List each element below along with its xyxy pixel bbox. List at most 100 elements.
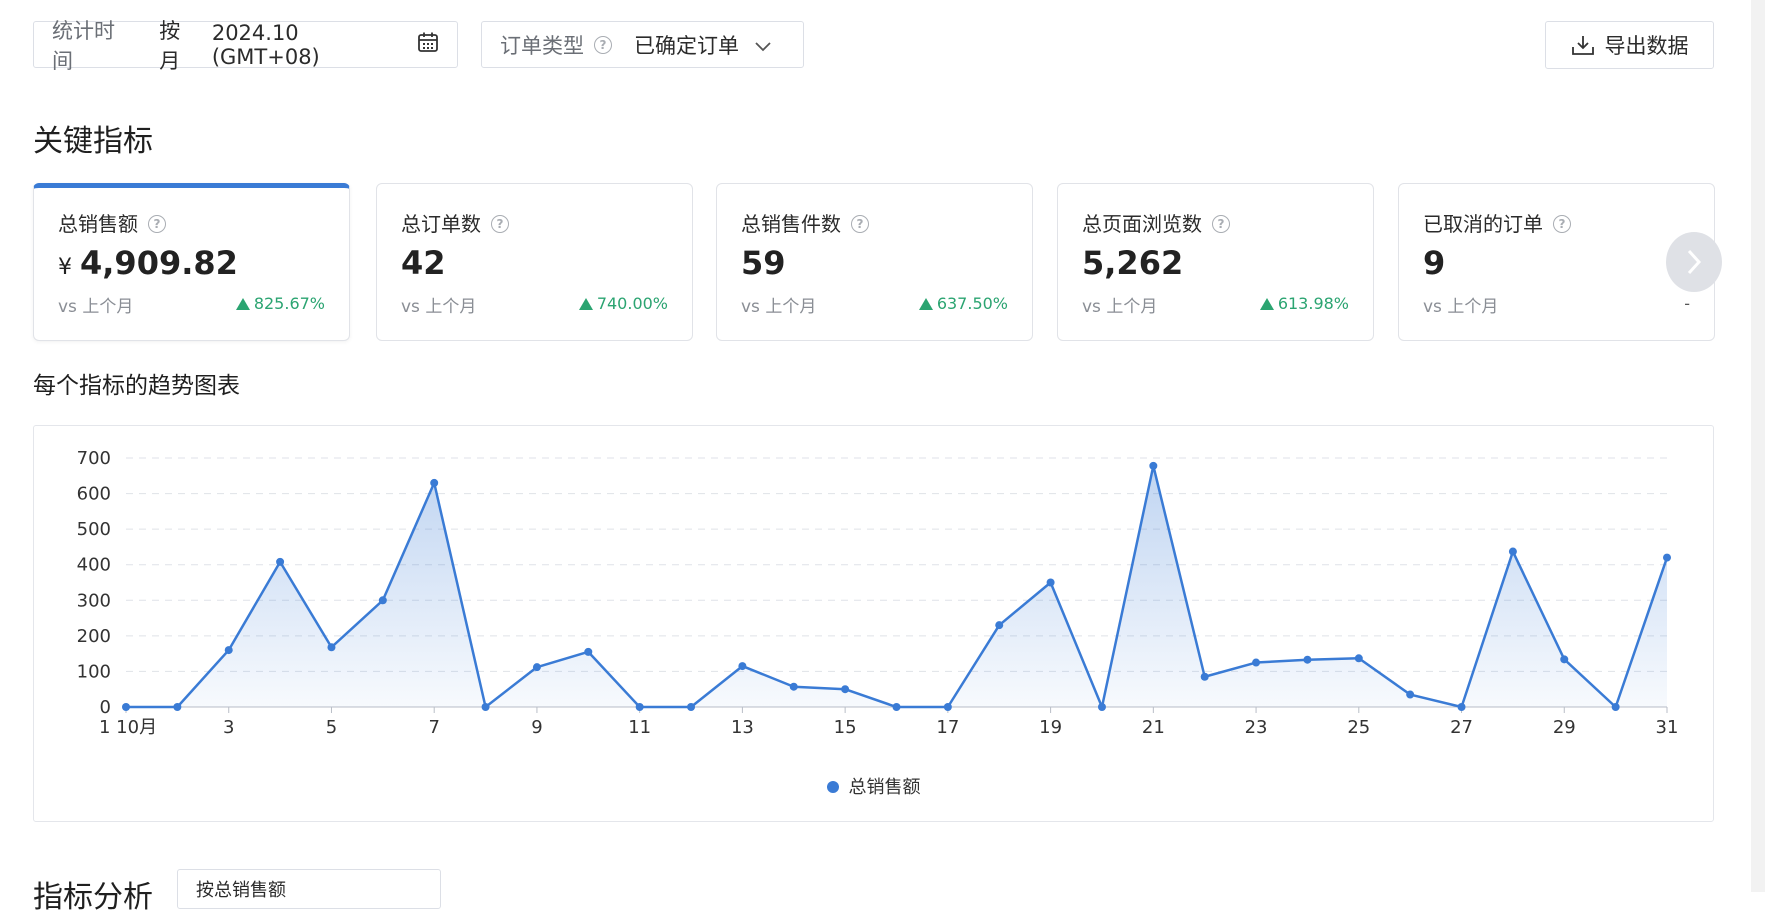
metric-card-total-sales[interactable]: 总销售额? ¥4,909.82 vs 上个月 825.67% bbox=[33, 183, 350, 341]
data-point bbox=[378, 596, 387, 605]
data-point bbox=[122, 703, 130, 711]
data-point bbox=[1149, 461, 1158, 470]
x-tick-label: 5 bbox=[326, 717, 337, 738]
series-area bbox=[126, 465, 1667, 707]
legend-dot bbox=[826, 781, 839, 793]
x-tick-label: 15 bbox=[834, 717, 857, 738]
x-tick-label: 23 bbox=[1245, 717, 1268, 738]
metric-value: 59 bbox=[741, 244, 786, 282]
download-icon bbox=[1571, 36, 1594, 55]
x-tick-label: 19 bbox=[1039, 717, 1062, 738]
metric-value: 5,262 bbox=[1082, 244, 1184, 282]
up-triangle-icon bbox=[1259, 298, 1274, 310]
x-tick-label: 11 bbox=[628, 717, 651, 738]
chart-legend[interactable]: 总销售额 bbox=[34, 773, 1713, 799]
order-type-value[interactable]: 已确定订单 bbox=[634, 30, 739, 60]
metric-card-total-orders[interactable]: 总订单数? 42 vs 上个月 740.00% bbox=[376, 183, 693, 341]
x-tick-label: 9 bbox=[531, 717, 542, 738]
metric-value: 4,909.82 bbox=[80, 244, 238, 282]
metric-title: 总页面浏览数 bbox=[1082, 212, 1202, 236]
data-point bbox=[430, 478, 439, 487]
data-point bbox=[481, 703, 490, 711]
help-icon[interactable]: ? bbox=[1212, 214, 1230, 233]
analysis-metric-value: 按总销售额 bbox=[196, 880, 286, 901]
data-point bbox=[1303, 655, 1312, 664]
data-point bbox=[173, 703, 182, 711]
metric-title: 总销售额 bbox=[58, 212, 138, 236]
chevron-down-icon[interactable] bbox=[755, 33, 771, 57]
data-point bbox=[738, 662, 747, 671]
period-filter-label: 统计时间 bbox=[52, 18, 115, 73]
metric-card-total-items-sold[interactable]: 总销售件数? 59 vs 上个月 637.50% bbox=[716, 183, 1033, 341]
metric-delta: - bbox=[1684, 294, 1690, 313]
x-tick-label: 25 bbox=[1347, 717, 1370, 738]
metric-analysis-title: 指标分析 bbox=[33, 880, 153, 915]
order-type-label: 订单类型 bbox=[500, 33, 584, 58]
help-icon[interactable]: ? bbox=[851, 214, 869, 233]
y-tick-label: 600 bbox=[77, 484, 111, 505]
trend-chart-panel: 0 100 200 300 400 500 600 700 1 10月 3 5 7 9 11 13 15 17 1… bbox=[33, 425, 1714, 822]
y-tick-label: 200 bbox=[77, 626, 111, 647]
period-mode[interactable]: 按月 bbox=[159, 15, 198, 75]
data-point bbox=[892, 703, 901, 711]
period-filter[interactable]: 统计时间 按月 2024.10 (GMT+08) bbox=[33, 19, 458, 73]
metric-value: 42 bbox=[401, 244, 446, 282]
data-point bbox=[327, 643, 336, 652]
y-tick-label: 300 bbox=[77, 590, 111, 611]
x-tick-label: 17 bbox=[936, 717, 959, 738]
y-tick-label: 400 bbox=[77, 555, 111, 576]
up-triangle-icon bbox=[578, 298, 593, 310]
data-point bbox=[687, 703, 696, 711]
key-metrics-title: 关键指标 bbox=[33, 124, 153, 159]
export-data-label: 导出数据 bbox=[1604, 34, 1689, 58]
metric-title: 已取消的订单 bbox=[1423, 212, 1543, 236]
data-point bbox=[995, 621, 1004, 630]
metric-delta: 740.00% bbox=[596, 294, 668, 313]
help-icon[interactable]: ? bbox=[491, 214, 509, 233]
metric-title: 总销售件数 bbox=[741, 212, 841, 236]
analysis-metric-select[interactable]: 按总销售额 bbox=[177, 869, 441, 909]
next-cards-button[interactable] bbox=[1666, 232, 1722, 292]
x-tick-label: 31 bbox=[1656, 717, 1679, 738]
y-tick-label: 700 bbox=[77, 448, 111, 469]
data-point bbox=[1406, 690, 1415, 699]
data-point bbox=[1354, 654, 1363, 663]
metric-delta: 613.98% bbox=[1277, 294, 1349, 313]
data-point bbox=[841, 685, 850, 694]
data-point bbox=[584, 647, 593, 656]
scrollbar-track[interactable] bbox=[1751, 0, 1765, 892]
metric-compare-label: vs 上个月 bbox=[741, 297, 817, 317]
data-point bbox=[1560, 655, 1569, 664]
y-tick-label: 500 bbox=[77, 519, 111, 540]
data-point bbox=[1508, 547, 1517, 556]
data-point bbox=[789, 682, 798, 691]
chevron-right-icon bbox=[1687, 249, 1702, 275]
data-point bbox=[1252, 658, 1261, 667]
help-icon[interactable]: ? bbox=[1553, 214, 1571, 233]
metric-delta: 637.50% bbox=[936, 294, 1008, 313]
metric-delta: 825.67% bbox=[253, 294, 325, 313]
period-value[interactable]: 2024.10 (GMT+08) bbox=[212, 21, 397, 69]
data-point bbox=[1611, 703, 1620, 711]
data-point bbox=[532, 663, 541, 672]
x-tick-label: 3 bbox=[223, 717, 234, 738]
help-icon[interactable]: ? bbox=[148, 214, 166, 233]
calendar-icon[interactable] bbox=[417, 31, 439, 58]
legend-label: 总销售额 bbox=[848, 777, 921, 798]
trend-chart: 0 100 200 300 400 500 600 700 1 10月 3 5 7 9 11 13 15 17 1… bbox=[77, 448, 1679, 738]
data-point bbox=[1097, 703, 1106, 711]
data-point bbox=[1457, 703, 1466, 711]
metric-card-page-views[interactable]: 总页面浏览数? 5,262 vs 上个月 613.98% bbox=[1057, 183, 1374, 341]
x-tick-label: 1 10月 bbox=[99, 717, 157, 738]
y-tick-label: 100 bbox=[77, 661, 111, 682]
export-data-button[interactable]: 导出数据 bbox=[1545, 21, 1714, 69]
x-tick-label: 27 bbox=[1450, 717, 1473, 738]
data-point bbox=[276, 557, 285, 566]
y-tick-label: 0 bbox=[100, 697, 111, 718]
order-type-filter[interactable]: 订单类型 ? 已确定订单 bbox=[481, 21, 804, 68]
metric-compare-label: vs 上个月 bbox=[1082, 297, 1158, 317]
x-tick-label: 21 bbox=[1142, 717, 1165, 738]
metric-value: 9 bbox=[1423, 244, 1446, 282]
help-icon[interactable]: ? bbox=[594, 35, 612, 54]
data-point bbox=[943, 703, 952, 711]
